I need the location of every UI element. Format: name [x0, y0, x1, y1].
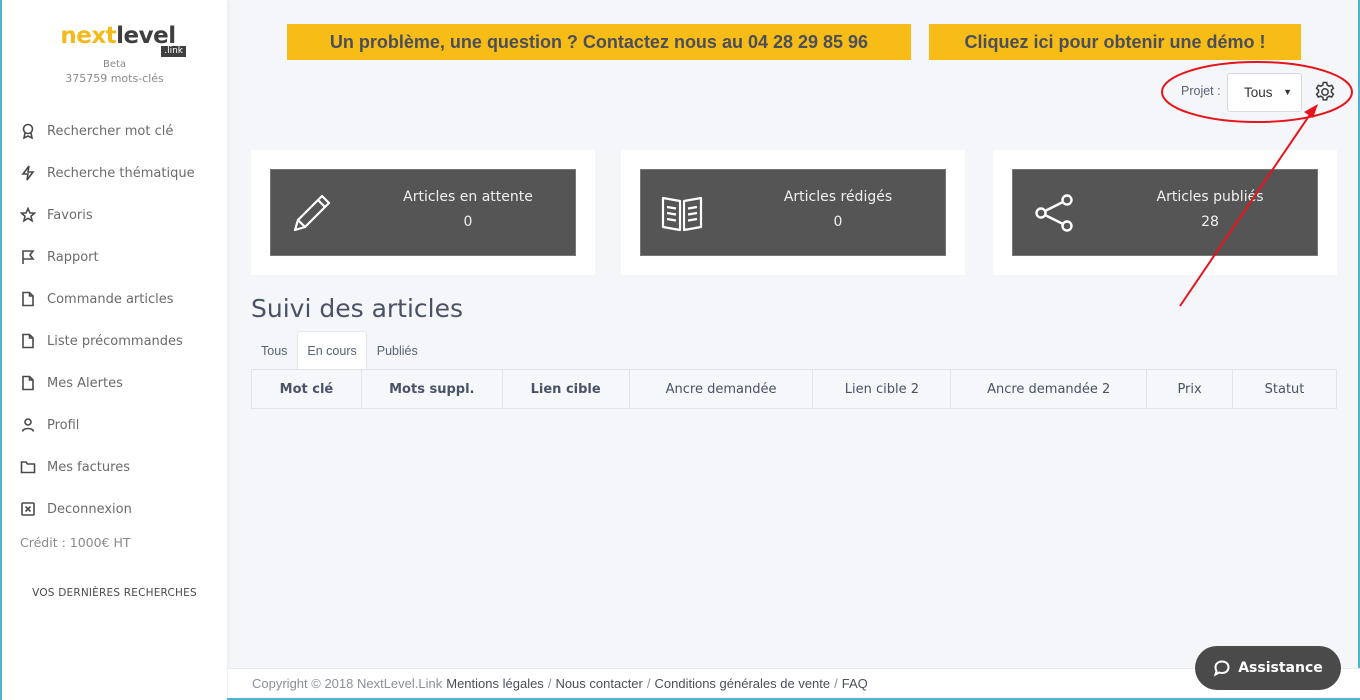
project-selected-value: Tous: [1244, 85, 1273, 100]
demo-banner[interactable]: Cliquez ici pour obtenir une démo !: [929, 24, 1301, 60]
sidebar-item-mes-factures[interactable]: Mes factures: [20, 446, 195, 488]
sidebar-item-label: Deconnexion: [47, 501, 132, 517]
flag-icon: [22, 250, 35, 264]
award-icon: [22, 123, 34, 139]
assistance-button[interactable]: Assistance: [1195, 646, 1341, 690]
pencil-icon: [293, 194, 331, 232]
caret-down-icon: ▼: [1283, 87, 1292, 97]
footer-link-faq[interactable]: FAQ: [842, 676, 868, 691]
contact-banner[interactable]: Un problème, une question ? Contactez no…: [287, 24, 911, 60]
tab-en-cours[interactable]: En cours: [297, 331, 367, 370]
chat-bubble-icon: [1214, 660, 1230, 677]
gear-icon[interactable]: [1313, 80, 1337, 104]
stat-value: 28: [1201, 214, 1219, 230]
column-header-mot-cle[interactable]: Mot clé: [251, 369, 362, 409]
sidebar-item-label: Liste précommandes: [47, 333, 183, 349]
column-header-statut[interactable]: Statut: [1232, 369, 1337, 409]
articles-table: Mot clé Mots suppl. Lien cible Ancre dem…: [251, 369, 1337, 409]
file-icon: [22, 375, 34, 391]
sidebar-item-label: Mes factures: [47, 459, 130, 475]
sidebar-item-commande-articles[interactable]: Commande articles: [20, 278, 195, 320]
stat-value: 0: [463, 214, 473, 230]
sidebar-item-mes-alertes[interactable]: Mes Alertes: [20, 362, 195, 404]
footer-separator: /: [646, 676, 651, 691]
logo[interactable]: nextlevel .link: [48, 23, 188, 57]
stat-value: 0: [833, 214, 843, 230]
stat-card-published[interactable]: Articles publiés 28: [993, 150, 1337, 275]
logo-next: next: [60, 23, 117, 49]
sidebar-item-deconnexion[interactable]: Deconnexion: [20, 488, 195, 530]
sidebar-item-rechercher-mot-cle[interactable]: Rechercher mot clé: [20, 110, 195, 152]
footer-link-nous-contacter[interactable]: Nous contacter: [555, 676, 642, 691]
stat-title: Articles en attente: [403, 189, 533, 205]
sidebar-item-recherche-thematique[interactable]: Recherche thématique: [20, 152, 195, 194]
assistance-label: Assistance: [1238, 660, 1323, 676]
tracking-tabs: Tous En cours Publiés: [251, 331, 428, 370]
footer-separator: /: [834, 676, 838, 691]
folder-icon: [20, 461, 36, 474]
column-header-ancre-demandee-2[interactable]: Ancre demandée 2: [950, 369, 1148, 409]
column-header-lien-cible-2[interactable]: Lien cible 2: [812, 369, 952, 409]
footer: Copyright © 2018 NextLevel.Link Mentions…: [228, 668, 1360, 698]
sidebar-item-label: Mes Alertes: [47, 375, 123, 391]
beta-label: Beta: [102, 59, 127, 70]
tab-tous[interactable]: Tous: [251, 331, 297, 370]
user-icon: [21, 418, 35, 432]
sidebar-nav: Rechercher mot clé Recherche thématique …: [20, 110, 195, 530]
sidebar-item-label: Rapport: [47, 249, 99, 265]
credit-balance: Crédit : 1000€ HT: [20, 535, 131, 550]
sidebar-item-label: Favoris: [47, 207, 93, 223]
section-title: Suivi des articles: [251, 294, 464, 323]
star-icon: [20, 207, 36, 223]
stat-title: Articles rédigés: [783, 189, 893, 205]
table-header-row: Mot clé Mots suppl. Lien cible Ancre dem…: [251, 369, 1337, 409]
sidebar-item-favoris[interactable]: Favoris: [20, 194, 195, 236]
lightning-icon: [21, 165, 35, 181]
column-header-prix[interactable]: Prix: [1146, 369, 1234, 409]
column-header-lien-cible[interactable]: Lien cible: [501, 369, 630, 409]
sidebar-item-label: Rechercher mot clé: [47, 123, 174, 139]
sidebar: nextlevel .link Beta 375759 mots-clés Re…: [2, 0, 227, 700]
file-icon: [22, 291, 34, 307]
footer-separator: /: [547, 676, 552, 691]
logo-link-badge: .link: [161, 46, 186, 57]
footer-link-mentions-legales[interactable]: Mentions légales: [446, 676, 544, 691]
sidebar-item-label: Recherche thématique: [47, 165, 195, 181]
annotation-arrow-head: [1304, 104, 1318, 118]
copyright: Copyright © 2018 NextLevel.Link: [252, 676, 443, 691]
stat-card-pending[interactable]: Articles en attente 0: [251, 150, 595, 275]
sidebar-item-label: Profil: [47, 417, 80, 433]
share-icon: [1035, 194, 1073, 232]
project-select[interactable]: Tous ▼: [1227, 73, 1302, 112]
sidebar-item-profil[interactable]: Profil: [20, 404, 195, 446]
stat-title: Articles publiés: [1156, 189, 1264, 205]
sidebar-item-label: Commande articles: [47, 291, 174, 307]
project-label: Projet :: [1181, 84, 1221, 98]
sidebar-item-liste-precommandes[interactable]: Liste précommandes: [20, 320, 195, 362]
file-icon: [22, 333, 34, 349]
book-icon: [661, 196, 703, 232]
close-box-icon: [21, 502, 35, 516]
tab-publies[interactable]: Publiés: [367, 331, 428, 370]
column-header-ancre-demandee[interactable]: Ancre demandée: [628, 369, 814, 409]
stat-card-written[interactable]: Articles rédigés 0: [621, 150, 965, 275]
keywords-count: 375759 mots-clés: [65, 72, 164, 85]
recent-searches-heading: VOS DERNIÈRES RECHERCHES: [32, 587, 197, 599]
column-header-mots-suppl[interactable]: Mots suppl.: [360, 369, 503, 409]
footer-link-cgv[interactable]: Conditions générales de vente: [655, 676, 831, 691]
sidebar-item-rapport[interactable]: Rapport: [20, 236, 195, 278]
